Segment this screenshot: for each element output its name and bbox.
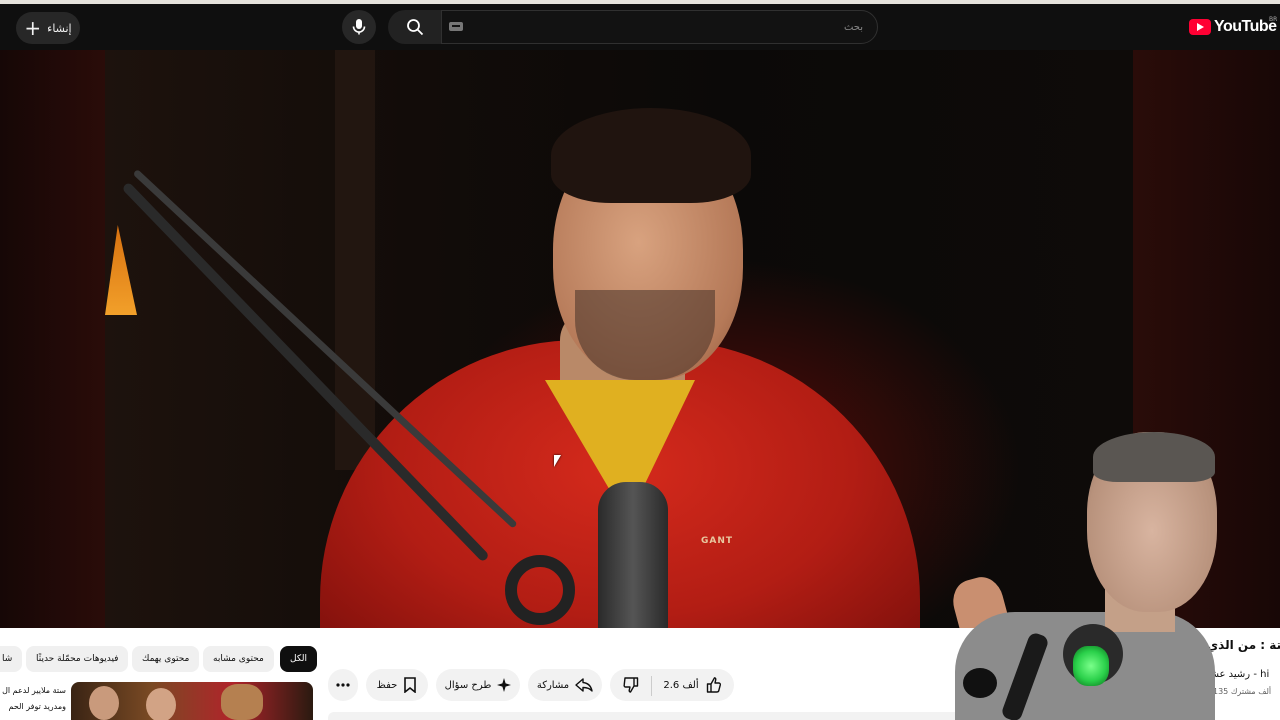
- webcam-headphone: [963, 668, 997, 698]
- recommended-video-title[interactable]: ستة ملايير لدعم ال ومدريد توفر الحم …: [0, 683, 66, 720]
- chip-recently-uploaded[interactable]: فيديوهات محمّلة حديثًا: [26, 646, 129, 672]
- thumbs-down-icon: [623, 677, 639, 693]
- country-code: BR: [1269, 16, 1278, 23]
- share-button[interactable]: مشاركة: [528, 669, 602, 701]
- plus-icon: +: [24, 16, 42, 40]
- rec-title-line: …: [0, 715, 66, 720]
- like-button[interactable]: 2.6 ألف: [654, 669, 732, 701]
- youtube-watch-page: + إنشاء YouTube BR: [0, 0, 1280, 720]
- share-icon: [575, 678, 593, 692]
- more-horizontal-icon: [336, 683, 350, 687]
- chip-label: محتوى مشابه: [203, 646, 274, 672]
- thumbs-up-icon: [706, 677, 721, 693]
- chip-similar[interactable]: محتوى مشابه: [203, 646, 274, 672]
- ask-label: طرح سؤال: [444, 679, 492, 691]
- youtube-wordmark: YouTube: [1214, 18, 1277, 35]
- like-count: 2.6 ألف: [663, 679, 699, 691]
- youtube-logo[interactable]: YouTube: [1189, 18, 1277, 36]
- dislike-button[interactable]: [612, 669, 650, 701]
- mic-mount-ring: [505, 555, 575, 625]
- like-divider: [651, 676, 652, 696]
- youtube-play-icon: [1189, 19, 1211, 35]
- mouse-cursor-icon: [554, 455, 561, 467]
- bookmark-icon: [404, 677, 417, 693]
- background-lamp: [105, 225, 137, 315]
- ask-button[interactable]: طرح سؤال: [436, 669, 520, 701]
- chip-label: شا: [0, 646, 23, 672]
- streamer-webcam-overlay: [955, 432, 1280, 720]
- chip-for-you[interactable]: محتوى يهمك: [132, 646, 200, 672]
- webcam-mic-light: [1073, 646, 1109, 686]
- rec-title-line: ستة ملايير لدعم ال: [2, 686, 66, 695]
- search-button[interactable]: [388, 10, 442, 44]
- search-input[interactable]: [441, 10, 878, 44]
- search-icon: [407, 19, 424, 36]
- thumbnail-person: [146, 688, 176, 720]
- microphone-icon: [352, 19, 366, 35]
- mic-boom-arm-upper: [132, 168, 518, 529]
- save-button[interactable]: حفظ: [366, 669, 428, 701]
- podcast-microphone: [598, 482, 668, 628]
- share-label: مشاركة: [536, 679, 570, 691]
- keyboard-icon[interactable]: [449, 22, 463, 31]
- shirt-logo: GANT: [701, 536, 734, 546]
- chip-truncated[interactable]: شا: [0, 646, 23, 672]
- create-button[interactable]: + إنشاء: [16, 12, 80, 44]
- speaker-hair: [551, 108, 751, 203]
- save-label: حفظ: [376, 679, 398, 691]
- recommended-video-thumbnail[interactable]: [71, 682, 313, 720]
- chip-all[interactable]: الكل: [280, 646, 318, 672]
- thumbnail-person: [221, 684, 263, 720]
- rec-title-line: ومدريد توفر الحم: [8, 702, 66, 711]
- chip-label: محتوى يهمك: [132, 646, 200, 672]
- thumbnail-person: [89, 686, 119, 720]
- masthead: + إنشاء YouTube BR: [0, 4, 1280, 50]
- voice-search-button[interactable]: [342, 10, 376, 44]
- more-actions-button[interactable]: [328, 669, 358, 701]
- webcam-person-hair: [1093, 432, 1215, 482]
- create-button-label: إنشاء: [47, 21, 72, 35]
- sparkle-icon: [497, 678, 512, 692]
- player-ambient-left: [0, 50, 105, 628]
- chip-label: فيديوهات محمّلة حديثًا: [26, 646, 129, 672]
- mic-boom-arm: [121, 181, 490, 563]
- chip-label: الكل: [280, 646, 318, 672]
